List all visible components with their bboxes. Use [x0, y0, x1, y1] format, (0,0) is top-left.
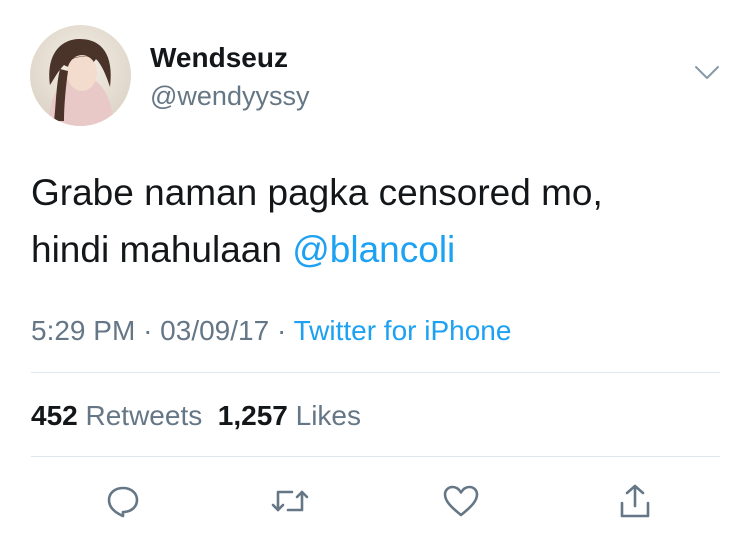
mention-link[interactable]: @blancoli — [292, 229, 455, 270]
retweet-button[interactable] — [267, 478, 313, 524]
tweet-source-link[interactable]: Twitter for iPhone — [294, 315, 512, 346]
divider — [31, 456, 720, 457]
retweet-icon — [271, 490, 309, 512]
retweets-count: 452 — [31, 400, 78, 431]
meta-separator: · — [143, 315, 153, 346]
tweet-text-line2-prefix: hindi mahulaan — [31, 229, 293, 270]
divider — [31, 372, 720, 373]
like-button[interactable] — [438, 478, 484, 524]
tweet-text-line2: hindi mahulaan @blancoli — [31, 221, 721, 278]
reply-icon — [107, 486, 139, 518]
heart-icon — [443, 485, 479, 517]
tweet-time: 5:29 PM — [31, 315, 136, 346]
retweets-label: Retweets — [85, 400, 203, 431]
tweet-text: Grabe naman pagka censored mo, hindi mah… — [31, 164, 721, 278]
share-button[interactable] — [612, 478, 658, 524]
tweet-stats: 452 Retweets 1,257 Likes — [31, 398, 361, 434]
likes-stat[interactable]: 1,257 Likes — [218, 400, 361, 431]
tweet-meta: 5:29 PM · 03/09/17 · Twitter for iPhone — [31, 313, 511, 349]
tweet-date: 03/09/17 — [160, 315, 270, 346]
chevron-down-icon[interactable] — [694, 64, 720, 82]
likes-count: 1,257 — [217, 400, 288, 431]
likes-label: Likes — [295, 400, 362, 431]
reply-button[interactable] — [100, 478, 146, 524]
retweets-stat[interactable]: 452 Retweets — [31, 400, 202, 431]
tweet-text-line1: Grabe naman pagka censored mo, — [31, 172, 603, 213]
meta-separator: · — [276, 315, 287, 346]
user-handle[interactable]: @wendyyssy — [150, 79, 309, 113]
share-icon — [620, 484, 650, 518]
avatar[interactable] — [30, 25, 131, 126]
display-name[interactable]: Wendseuz — [150, 41, 288, 75]
